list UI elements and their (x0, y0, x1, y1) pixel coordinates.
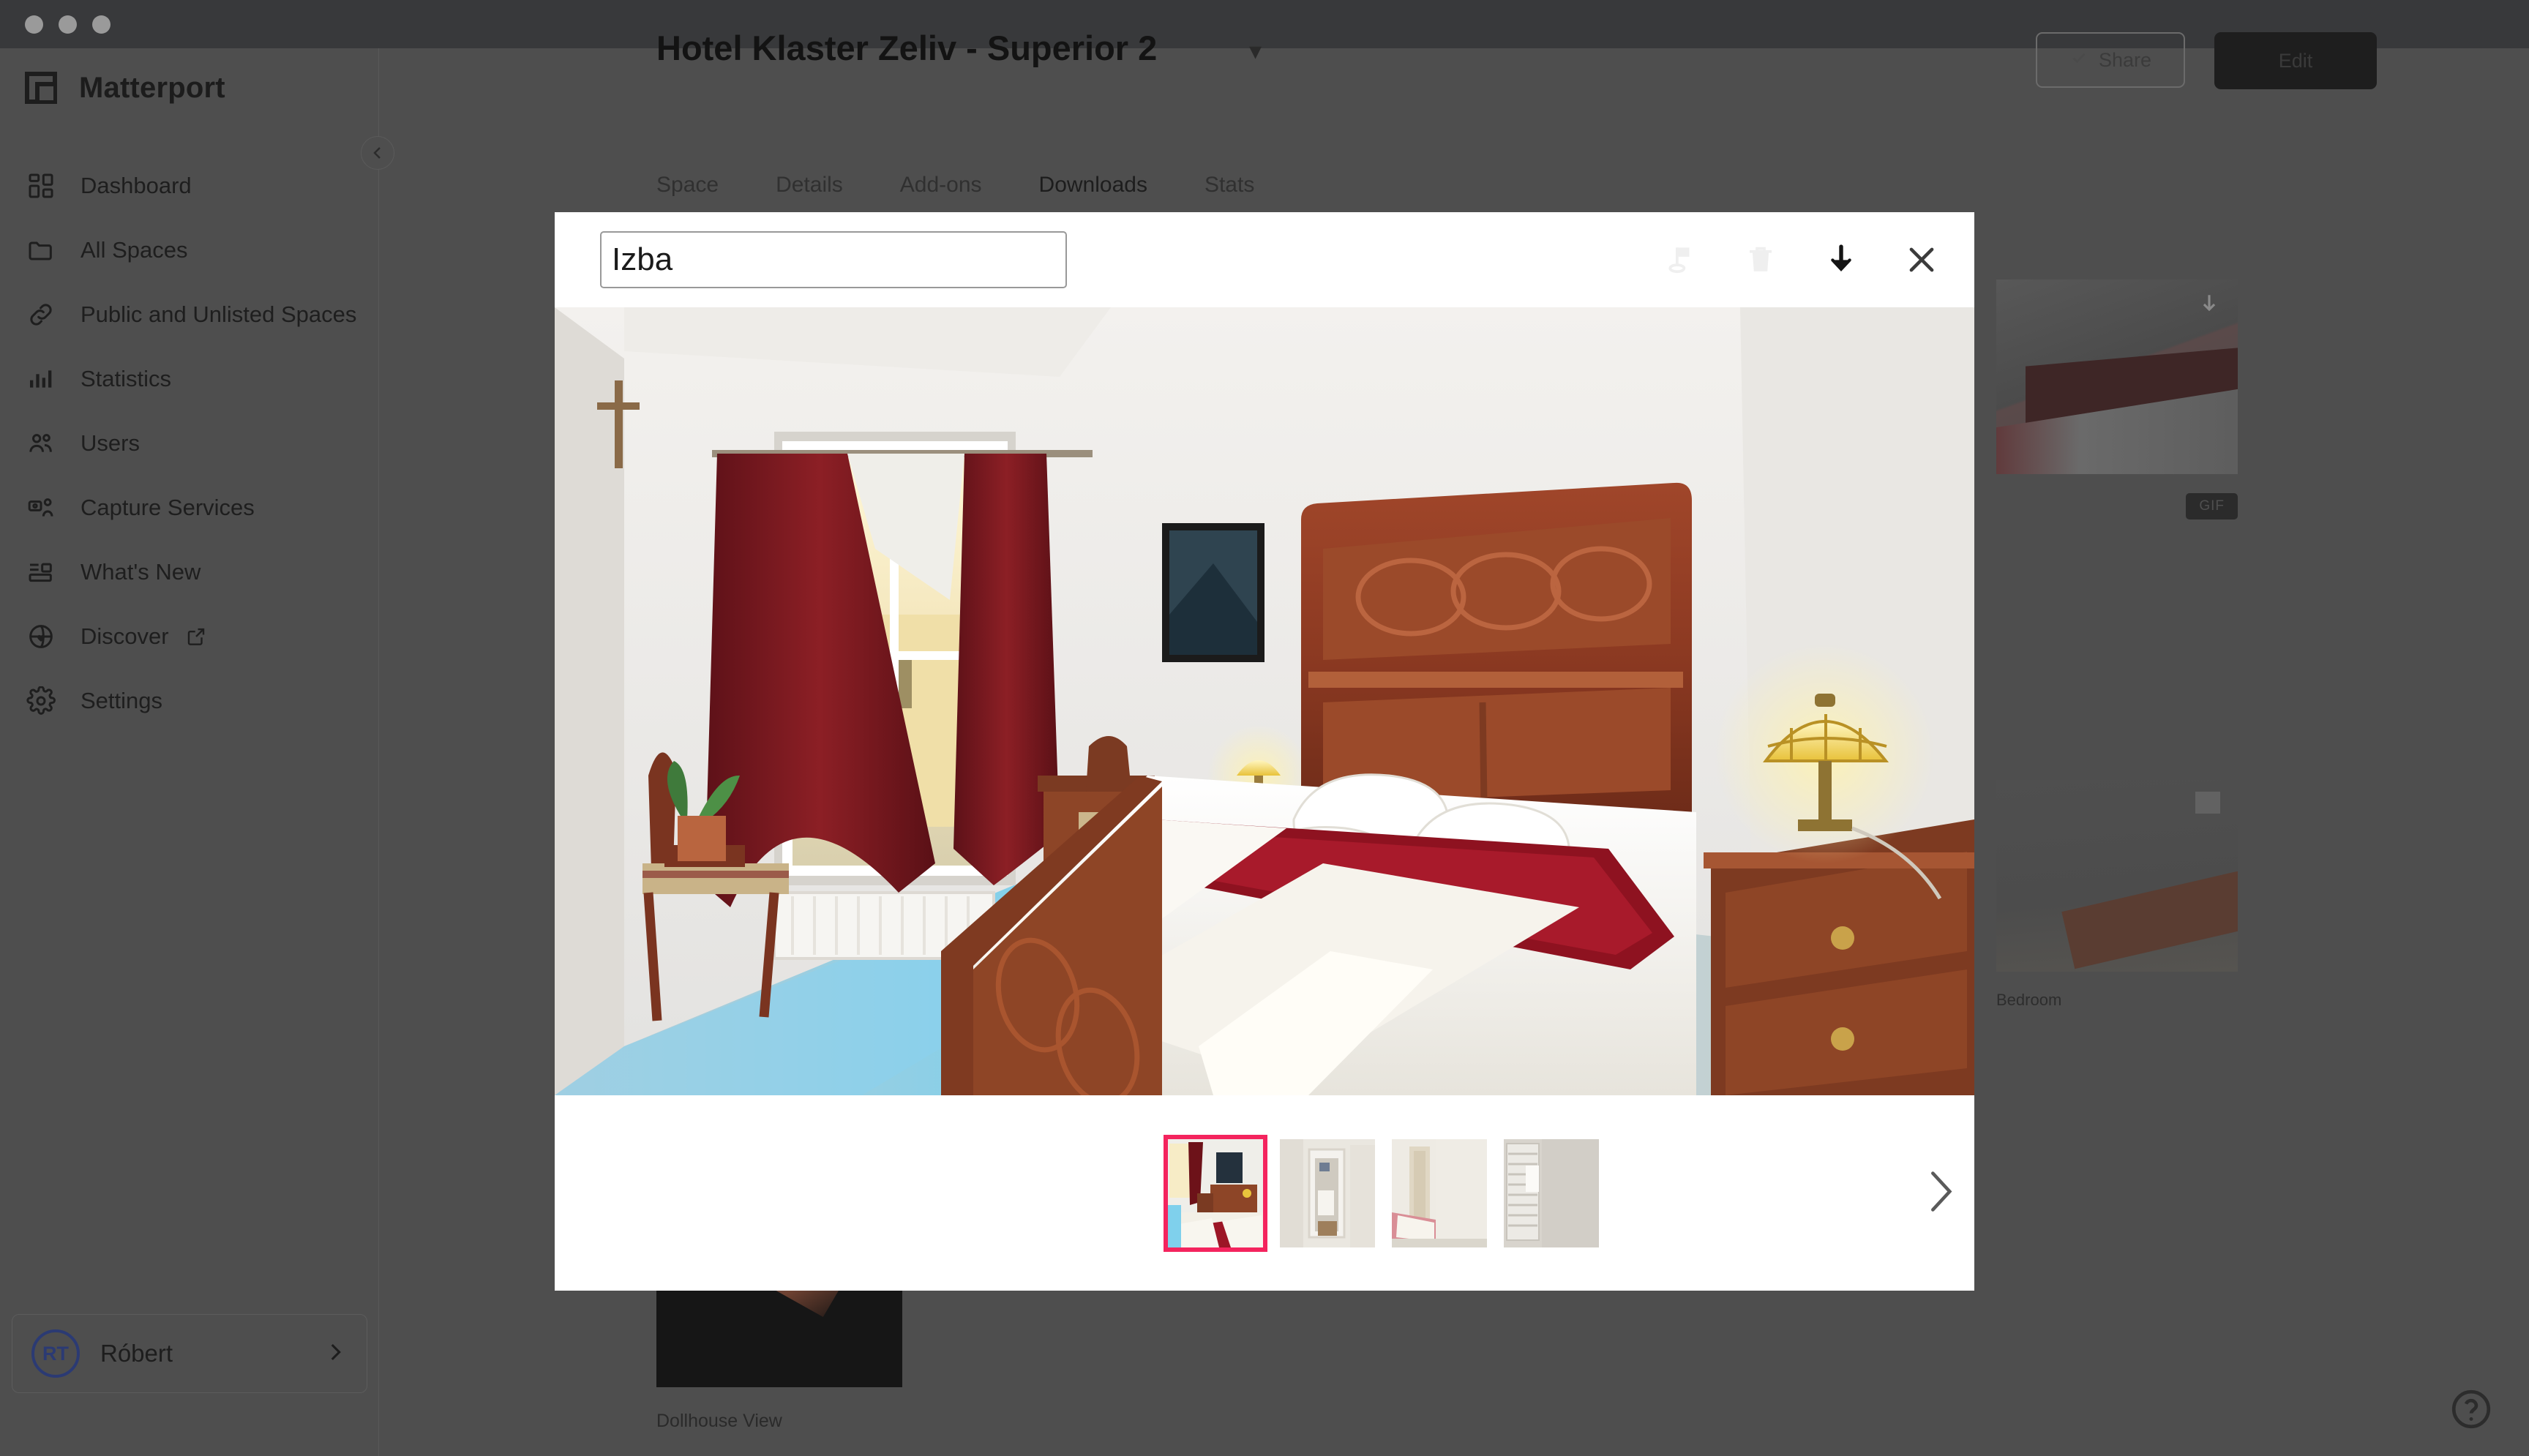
globe-heart-icon (20, 620, 61, 653)
thumbnail-bedroom-pink (1392, 1138, 1487, 1247)
brand[interactable]: Matterport (0, 48, 378, 127)
thumbnail-item[interactable] (1280, 1138, 1375, 1247)
dollhouse-label: Dollhouse View (656, 1411, 782, 1431)
modal-header-actions (1660, 212, 1942, 307)
sidebar-item-label: What's New (80, 559, 201, 585)
thumbnail-strip (555, 1095, 1974, 1291)
user-profile-button[interactable]: RT Róbert (12, 1314, 367, 1393)
thumbnail-next-button[interactable] (1922, 1167, 1955, 1219)
sidebar-item-label: Statistics (80, 366, 172, 391)
sidebar-item-label: Users (80, 430, 140, 456)
trash-icon[interactable] (1740, 239, 1781, 280)
edit-button-label: Edit (2278, 49, 2313, 72)
chevron-right-icon (323, 1340, 348, 1368)
thumbnail-bedroom-red (1168, 1138, 1263, 1247)
sidebar-item-capture-services[interactable]: Capture Services (0, 476, 378, 540)
sidebar-item-dashboard[interactable]: Dashboard (0, 154, 378, 218)
download-icon[interactable] (2197, 290, 2222, 323)
sidebar-item-all-spaces[interactable]: All Spaces (0, 218, 378, 282)
download-card-gif[interactable]: GIF (1996, 279, 2238, 519)
camera-person-icon (20, 492, 61, 524)
thumbnail-item[interactable] (1164, 1134, 1267, 1252)
check-icon (2069, 48, 2088, 72)
brand-name: Matterport (79, 71, 225, 104)
share-button-label: Share (2098, 48, 2152, 71)
sidebar-item-label: Settings (80, 688, 163, 713)
sidebar-item-users[interactable]: Users (0, 411, 378, 476)
sidebar-item-label: Public and Unlisted Spaces (80, 301, 357, 327)
image-detail-modal (555, 212, 1974, 1291)
thumbnail-bathroom (1504, 1138, 1599, 1247)
modal-header (555, 212, 1974, 307)
chevron-down-icon[interactable]: ▾ (1249, 37, 1262, 66)
tag-icon[interactable] (1660, 239, 1701, 280)
image-title-input[interactable] (600, 231, 1067, 288)
sidebar: Matterport Dashboard All Spaces Public a… (0, 48, 394, 1456)
thumbnail-item[interactable] (1504, 1138, 1599, 1247)
grid-icon (20, 170, 61, 202)
avatar: RT (31, 1329, 80, 1378)
user-name: Róbert (100, 1340, 173, 1367)
sidebar-item-label: All Spaces (80, 237, 188, 263)
external-link-icon (185, 626, 207, 648)
matterport-logo-icon (25, 72, 57, 104)
share-button[interactable]: Share (2036, 32, 2185, 88)
gear-icon (20, 685, 61, 717)
sidebar-item-discover[interactable]: Discover (0, 604, 378, 669)
folder-icon (20, 234, 61, 266)
close-icon[interactable] (1901, 239, 1942, 280)
card-thumbnail[interactable] (1996, 780, 2238, 972)
users-icon (20, 427, 61, 459)
thumbnail-item[interactable] (1392, 1138, 1487, 1247)
thumbnail-hallway (1280, 1138, 1375, 1247)
window-minimize-button[interactable] (59, 15, 77, 34)
news-icon (20, 556, 61, 588)
edit-button[interactable]: Edit (2214, 32, 2377, 89)
sidebar-item-public-unlisted-spaces[interactable]: Public and Unlisted Spaces (0, 282, 378, 347)
hero-image[interactable] (555, 307, 1974, 1095)
link-icon (20, 299, 61, 331)
download-icon[interactable] (1821, 239, 1862, 280)
card-label: Bedroom (1996, 991, 2062, 1009)
sidebar-item-whats-new[interactable]: What's New (0, 540, 378, 604)
download-card-bedroom[interactable]: Bedroom (1996, 780, 2238, 1010)
help-circle-icon[interactable] (2449, 1386, 2494, 1436)
square-icon (2195, 792, 2220, 814)
window-close-button[interactable] (25, 15, 43, 34)
sidebar-item-label: Capture Services (80, 495, 255, 520)
sidebar-item-settings[interactable]: Settings (0, 669, 378, 733)
card-thumbnail[interactable] (1996, 279, 2238, 474)
sidebar-item-statistics[interactable]: Statistics (0, 347, 378, 411)
card-badge: GIF (2186, 493, 2238, 519)
window-maximize-button[interactable] (92, 15, 110, 34)
sidebar-nav: Dashboard All Spaces Public and Unlisted… (0, 154, 378, 733)
page-title: Hotel Klaster Zeliv - Superior 2 (656, 29, 1158, 67)
sidebar-item-label: Discover (80, 623, 169, 649)
sidebar-item-label: Dashboard (80, 173, 192, 198)
bedroom-illustration (555, 307, 1974, 1095)
bar-chart-icon (20, 363, 61, 395)
